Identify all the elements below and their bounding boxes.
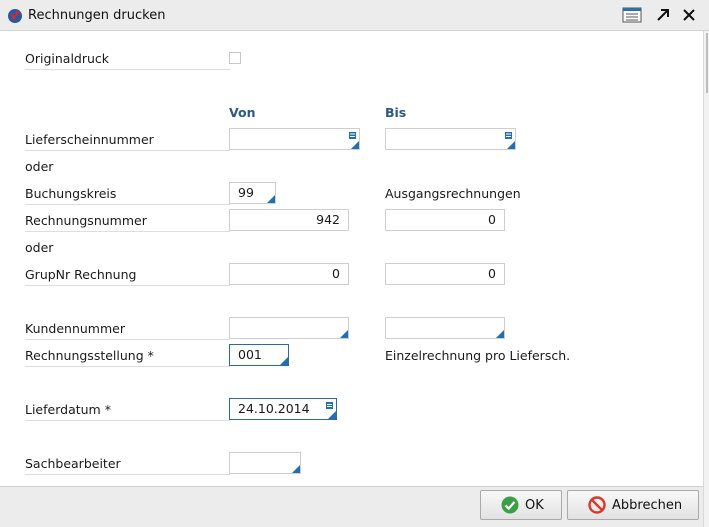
lieferscheinnummer-from-input[interactable] — [229, 128, 360, 150]
layout-icon — [622, 7, 642, 23]
list-icon — [349, 132, 356, 139]
scrollbar-track[interactable] — [703, 31, 709, 527]
window-title: Rechnungen drucken — [28, 8, 166, 23]
label-rechnungsnummer: Rechnungsnummer — [25, 213, 147, 228]
divider — [25, 204, 230, 205]
rechnungsstellung-input[interactable]: 001 — [229, 344, 289, 366]
divider — [25, 285, 230, 286]
close-button[interactable] — [679, 5, 699, 25]
ok-button[interactable]: OK — [480, 490, 562, 520]
layout-button[interactable] — [622, 5, 642, 25]
label-oder: oder — [25, 159, 54, 174]
cancel-button[interactable]: Abbrechen — [567, 490, 699, 520]
ok-label: OK — [525, 497, 544, 513]
corner-marker — [507, 141, 515, 149]
grupnr-to-input[interactable]: 0 — [385, 263, 505, 285]
no-entry-icon — [588, 496, 606, 514]
kundennummer-to-input[interactable] — [385, 317, 505, 339]
cancel-label: Abbrechen — [612, 497, 683, 513]
corner-marker — [496, 330, 504, 338]
close-icon — [683, 9, 695, 21]
title-bar: Rechnungen drucken — [0, 0, 709, 31]
expand-arrow-icon — [657, 9, 669, 21]
lieferdatum-input[interactable]: 24.10.2014 — [229, 398, 337, 420]
divider — [25, 339, 230, 340]
corner-marker — [351, 141, 359, 149]
label-originaldruck: Originaldruck — [25, 51, 110, 66]
divider — [25, 420, 230, 421]
label-grupnr-rechnung: GrupNr Rechnung — [25, 267, 137, 282]
divider — [25, 366, 230, 367]
scrollbar-thumb[interactable] — [706, 33, 708, 93]
label-lieferscheinnummer: Lieferscheinnummer — [25, 132, 154, 147]
label-buchungskreis: Buchungskreis — [25, 186, 117, 201]
divider — [25, 69, 230, 70]
corner-marker — [280, 357, 288, 365]
kundennummer-from-input[interactable] — [229, 317, 349, 339]
app-logo-icon — [8, 9, 22, 23]
list-icon — [505, 132, 512, 139]
buchungskreis-input[interactable]: 99 — [229, 182, 276, 204]
expand-button[interactable] — [653, 5, 673, 25]
rechnungsnummer-from-input[interactable]: 942 — [229, 209, 349, 231]
label-kundennummer: Kundennummer — [25, 321, 125, 336]
buchungskreis-description: Ausgangsrechnungen — [385, 186, 521, 201]
corner-marker — [328, 411, 336, 419]
check-circle-icon — [501, 496, 519, 514]
rechnungsnummer-to-input[interactable]: 0 — [385, 209, 505, 231]
column-header-bis: Bis — [385, 105, 407, 120]
label-sachbearbeiter: Sachbearbeiter — [25, 456, 121, 471]
label-oder: oder — [25, 240, 54, 255]
corner-marker — [292, 465, 300, 473]
corner-marker — [340, 330, 348, 338]
corner-marker — [267, 195, 275, 203]
sachbearbeiter-input[interactable] — [229, 452, 301, 474]
label-rechnungsstellung: Rechnungsstellung * — [25, 348, 154, 363]
divider — [25, 150, 230, 151]
label-lieferdatum: Lieferdatum * — [25, 402, 111, 417]
grupnr-from-input[interactable]: 0 — [229, 263, 349, 285]
originaldruck-checkbox[interactable] — [229, 52, 241, 64]
rechnungsstellung-description: Einzelrechnung pro Liefersch. — [385, 348, 571, 363]
lieferscheinnummer-to-input[interactable] — [385, 128, 516, 150]
calendar-icon — [326, 402, 333, 409]
column-header-von: Von — [229, 105, 256, 120]
divider — [25, 231, 230, 232]
divider — [25, 474, 230, 475]
